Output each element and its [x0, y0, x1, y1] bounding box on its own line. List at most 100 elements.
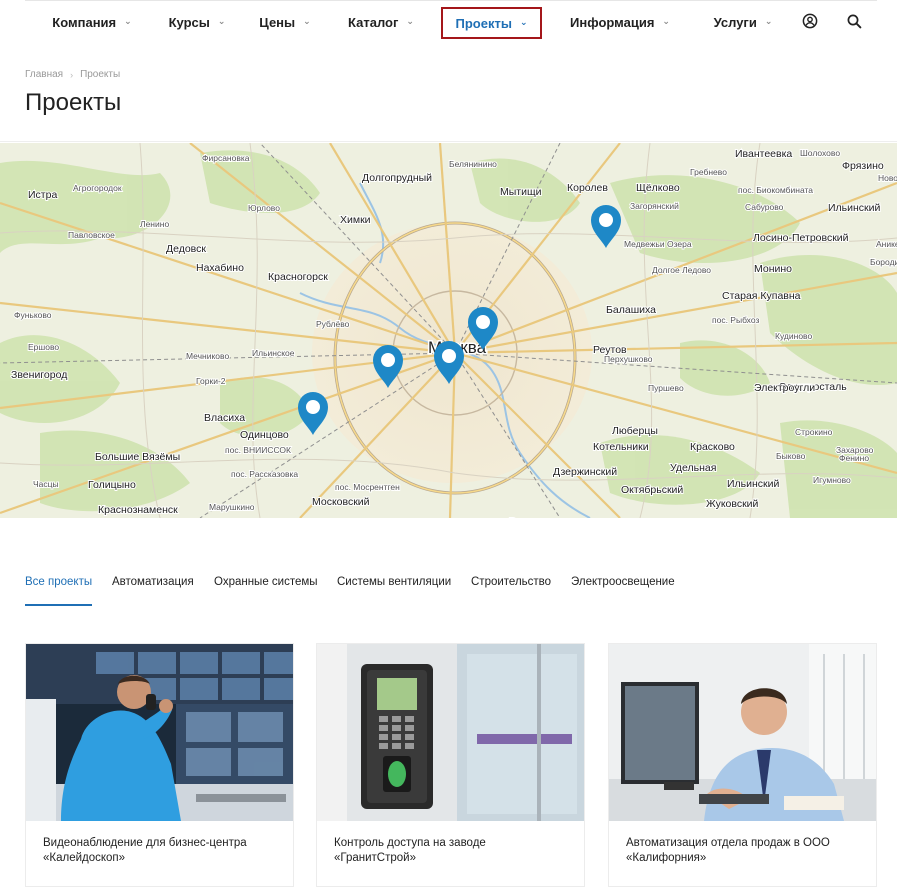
project-title[interactable]: Контроль доступа на заводе «ГранитСтрой»: [334, 836, 570, 866]
map-place-label: Нахабино: [196, 262, 244, 274]
map-place-label: Московский: [312, 496, 370, 508]
map-place-label: Краснознаменск: [98, 504, 178, 516]
map-place-label: Фрязино: [842, 160, 884, 172]
map-place-label: Бородино: [870, 257, 897, 267]
nav-item-label: Цены: [259, 14, 296, 30]
map-place-label: Рублёво: [316, 319, 350, 329]
nav-item-services[interactable]: Услуги ⌄: [705, 6, 781, 38]
project-title[interactable]: Видеонаблюдение для бизнес-центра «Калей…: [43, 836, 279, 866]
map-place-label: Ершово: [28, 342, 59, 352]
map-place-label: Игумново: [813, 475, 851, 485]
map-place-label: Котельники: [593, 441, 649, 453]
map-place-label: Юрлово: [248, 203, 280, 213]
project-card-video[interactable]: Видеонаблюдение для бизнес-центра «Калей…: [25, 643, 294, 887]
map-place-label: Часцы: [33, 479, 59, 489]
nav-item-label: Проекты: [455, 15, 512, 31]
nav-item-company[interactable]: Компания ⌄: [41, 6, 143, 38]
nav-item-courses[interactable]: Курсы ⌄: [158, 6, 236, 38]
map-place-label: пос. Рыбхоз: [712, 315, 759, 325]
map-place-label: Шолохово: [800, 148, 840, 158]
tab-security-systems[interactable]: Охранные системы: [214, 576, 318, 588]
projects-map[interactable]: Фирсановка Долгопрудный Белянинино Мытищи Ко…: [0, 143, 897, 518]
map-place-label: Белянинино: [449, 159, 497, 169]
map-place-label: Щёлково: [636, 182, 680, 194]
tab-construction[interactable]: Строительство: [471, 576, 551, 588]
map-place-label: Мечниково: [186, 351, 229, 361]
map-place-label: Захарово: [836, 445, 874, 455]
project-card-sales[interactable]: Автоматизация отдела продаж в ООО «Калиф…: [608, 643, 877, 887]
map-place-label: Сабурово: [745, 202, 784, 212]
map-place-label: Октябрьский: [621, 484, 683, 496]
chevron-down-icon: ⌄: [124, 15, 132, 26]
map-place-label: Перхушково: [604, 354, 653, 364]
chevron-down-icon: ⌄: [406, 15, 414, 26]
nav-item-projects[interactable]: Проекты ⌄: [441, 7, 542, 39]
map-place-label: Власиха: [204, 412, 245, 424]
chevron-right-icon: ›: [70, 69, 74, 80]
chevron-down-icon: ⌄: [519, 16, 528, 27]
section-divider: [0, 141, 897, 142]
map-place-label: Королев: [567, 182, 608, 194]
map-place-label: Мытищи: [500, 186, 542, 198]
map-place-label: Ильинское: [252, 348, 295, 358]
map-place-label: Новое: [878, 173, 897, 183]
page-title: Проекты: [25, 89, 122, 116]
map-place-label: пос. Биокомбината: [738, 185, 813, 195]
map-place-label: Люберцы: [612, 425, 658, 437]
map-place-label: Фуньково: [14, 310, 52, 320]
tab-lighting[interactable]: Электроосвещение: [571, 576, 675, 588]
map-place-label: Медвежьи Озера: [624, 239, 692, 249]
map-place-label: Красногорск: [268, 271, 328, 283]
project-card-access[interactable]: Контроль доступа на заводе «ГранитСтрой»: [316, 643, 585, 887]
map-place-label: пос. ВНИИССОК: [225, 445, 291, 455]
project-image-access-control: [317, 644, 584, 821]
map-place-label: Фирсановка: [202, 153, 250, 163]
nav-item-label: Компания: [52, 14, 117, 30]
breadcrumb: Главная › Проекты: [25, 69, 120, 80]
tab-ventilation[interactable]: Системы вентиляции: [337, 576, 451, 588]
tab-all-projects[interactable]: Все проекты: [25, 576, 92, 588]
map-canvas[interactable]: Фирсановка Долгопрудный Белянинино Мытищи Ко…: [0, 143, 897, 518]
map-place-label: Развилка: [509, 516, 555, 518]
map-place-label: Жуковский: [706, 498, 759, 510]
map-place-label: Долгопрудный: [362, 172, 432, 184]
map-place-label: Монино: [754, 263, 792, 275]
project-title[interactable]: Автоматизация отдела продаж в ООО «Калиф…: [626, 836, 862, 866]
map-place-label: Ленино: [140, 219, 169, 229]
user-icon[interactable]: [800, 11, 820, 31]
map-place-label: Загорянский: [630, 201, 679, 211]
chevron-down-icon: ⌄: [764, 15, 773, 26]
project-image-video-surveillance: [26, 644, 293, 821]
map-place-label: Балашиха: [606, 304, 656, 316]
map-place-label: Строкино: [795, 427, 833, 437]
map-place-label: Голицыно: [88, 479, 136, 491]
map-place-label: Дедовск: [166, 243, 206, 255]
map-place-label: Ильинский: [828, 202, 881, 214]
nav-item-catalog[interactable]: Каталог ⌄: [338, 6, 424, 38]
map-place-label: Старая Купавна: [722, 290, 801, 302]
map-place-label: Химки: [340, 214, 371, 226]
nav-item-prices[interactable]: Цены ⌄: [250, 6, 320, 38]
nav-item-label: Каталог: [348, 14, 399, 30]
map-place-label: Электроугли: [754, 382, 815, 394]
map-place-label: Лосино-Петровский: [753, 232, 849, 244]
chevron-down-icon: ⌄: [662, 15, 670, 26]
map-place-label: Одинцово: [240, 429, 289, 441]
main-nav: Компания ⌄ Курсы ⌄ Цены ⌄ Каталог ⌄ Проекты ⌄…: [0, 0, 897, 42]
map-place-label: Большие Вязёмы: [95, 451, 180, 463]
map-place-label: Красково: [690, 441, 735, 453]
active-tab-indicator: [25, 604, 92, 606]
map-place-label: пос. Мосрентген: [335, 482, 400, 492]
nav-item-information[interactable]: Информация ⌄: [565, 6, 675, 38]
map-place-label: Быково: [776, 451, 806, 461]
chevron-down-icon: ⌄: [217, 15, 226, 26]
project-image-sales-automation: [609, 644, 876, 821]
nav-item-label: Информация: [570, 14, 655, 30]
map-place-label: Пуршево: [648, 383, 684, 393]
map-place-label: Дзержинский: [553, 466, 617, 478]
map-place-label: Удельная: [670, 462, 716, 474]
breadcrumb-home-link[interactable]: Главная: [25, 69, 63, 80]
tab-automation[interactable]: Автоматизация: [112, 576, 194, 588]
search-icon[interactable]: [844, 11, 864, 31]
project-filter-tabs: Все проекты Автоматизация Охранные систе…: [25, 570, 877, 608]
